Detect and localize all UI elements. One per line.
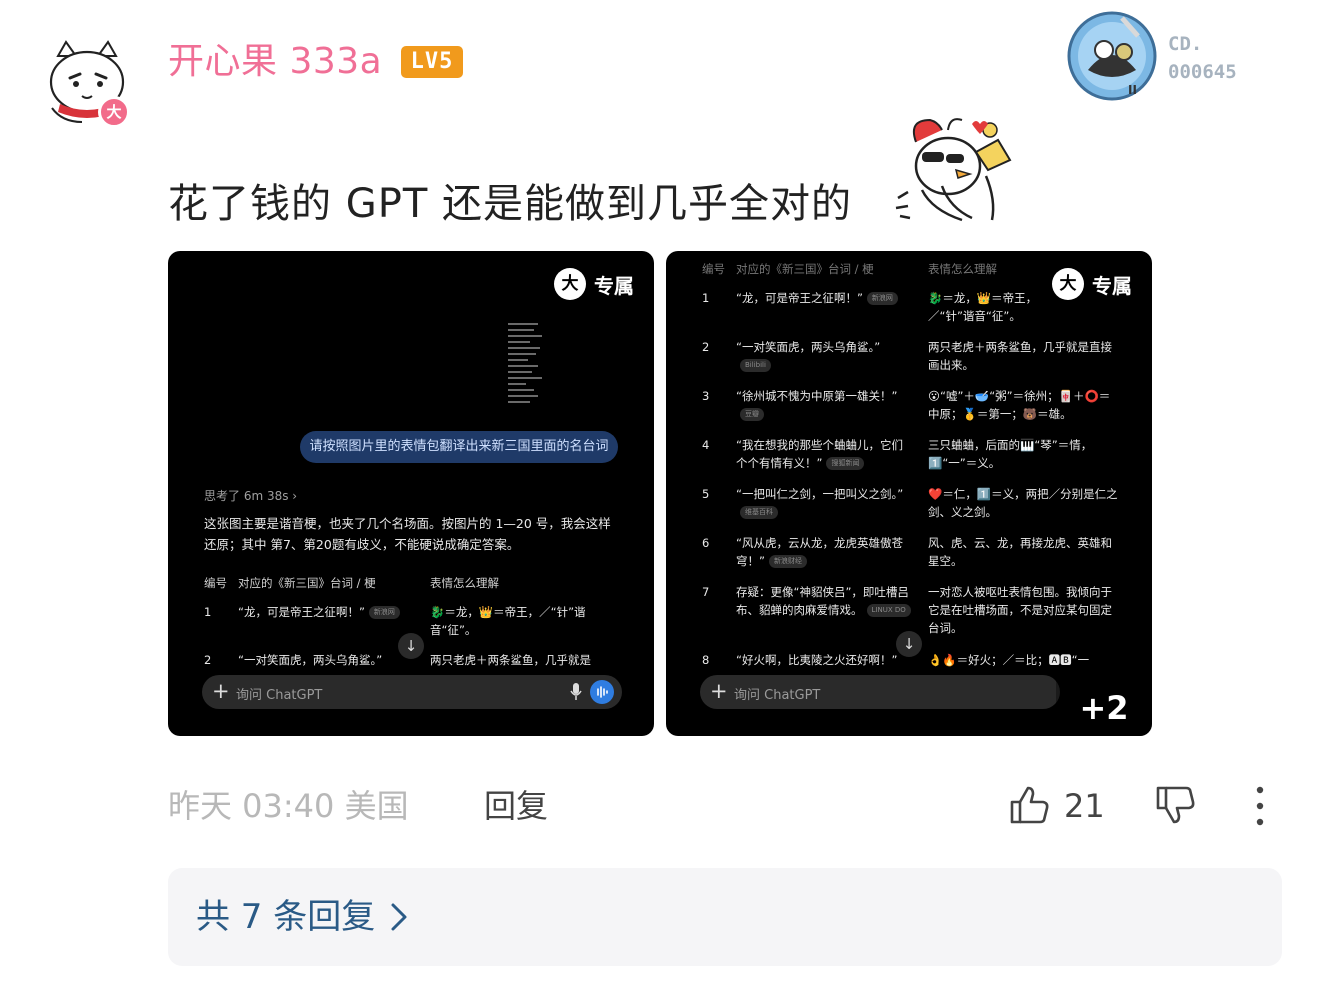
username[interactable]: 开心果 333a: [168, 40, 382, 84]
uploaded-image-thumbnail: [508, 323, 548, 413]
like-count: 21: [1064, 787, 1105, 825]
chevron-right-icon: [391, 903, 407, 931]
table-row-meaning: 风、虎、云、龙，再接龙虎、英雄和星空。: [928, 536, 1112, 568]
table-row-num: 5: [702, 487, 710, 501]
post-time-location: 昨天 03:40 美国: [168, 787, 409, 825]
reply-button[interactable]: 回复: [484, 786, 548, 826]
table-row-meaning: ❤️＝仁，1️⃣＝义，两把／分别是仁之剑、义之剑。: [928, 487, 1118, 519]
table-row-quote: “龙，可是帝王之征啊！” 新浪网: [238, 603, 418, 621]
exclusive-badge: 大 专属: [1052, 268, 1132, 300]
view-replies-button[interactable]: 共 7 条回复: [168, 868, 1282, 966]
source-chip[interactable]: 新浪网: [368, 606, 400, 619]
table-row-num: 2: [702, 340, 710, 354]
source-chip[interactable]: 搜狐新闻: [826, 457, 865, 470]
attached-screenshot-2[interactable]: 大 专属 编号 对应的《新三国》台词 / 梗 表情怎么理解 1 “龙，可是帝王之…: [666, 251, 1152, 736]
medal-label: CD. 000645: [1168, 33, 1237, 83]
table-header-quote: 对应的《新三国》台词 / 梗: [238, 576, 376, 590]
table-row-num: 6: [702, 536, 710, 550]
table-row-quote: “一对笑面虎，两头乌角鲨。”: [238, 653, 383, 667]
plus-icon[interactable]: +: [710, 678, 728, 704]
chat-input-placeholder: 询问 ChatGPT: [734, 688, 821, 703]
table-row-meaning: 🐉＝龙，👑＝帝王，／“针”谐音“征”。: [928, 291, 1038, 323]
attached-screenshot-1[interactable]: 大 专属 请按照图片里的表情包翻译出来新三国里面的名台词 思考了 6m 38s …: [168, 251, 654, 736]
source-chip[interactable]: 豆瓣: [740, 408, 764, 421]
more-options-icon[interactable]: [1250, 784, 1270, 828]
chicken-sticker-icon: [892, 112, 1022, 228]
table-row-quote: “我在想我的那些个蛐蛐儿，它们个个有情有义！” 搜狐新闻: [736, 438, 903, 470]
source-chip[interactable]: 新浪网: [866, 292, 898, 305]
exclusive-badge-icon: 大: [1052, 268, 1084, 300]
table-row-meaning: 两只老虎＋两条鲨鱼，几乎就是: [430, 653, 591, 667]
table-row-meaning: 两只老虎＋两条鲨鱼，几乎就是直接画出来。: [928, 340, 1112, 372]
thumbs-down-icon[interactable]: [1154, 784, 1198, 828]
user-prompt-bubble: 请按照图片里的表情包翻译出来新三国里面的名台词: [300, 431, 618, 463]
svg-text:II: II: [1128, 83, 1137, 97]
source-chip[interactable]: 维基百科: [740, 506, 778, 519]
source-chip[interactable]: 新浪财经: [768, 555, 807, 568]
more-images-count[interactable]: +2: [1056, 680, 1152, 736]
waveform-icon: [597, 686, 608, 698]
plus-icon[interactable]: +: [212, 678, 230, 704]
table-row-num: 7: [702, 585, 710, 599]
table-row-quote: “风从虎，云从龙，龙虎英雄傲苍穹！” 新浪财经: [736, 536, 903, 568]
table-row-meaning: 😮“嘘”＋🥣“粥”＝徐州；🀄＋⭕＝中原；🥇＝第一；🐻＝雄。: [928, 389, 1111, 421]
thinking-duration[interactable]: 思考了 6m 38s ›: [204, 487, 297, 504]
medal-icon[interactable]: II: [1066, 10, 1158, 102]
table-row-quote: “一对笑面虎，两头乌角鲨。”Bilibili: [736, 338, 912, 374]
table-row-quote: “好火啊，比夷陵之火还好啊！”: [736, 653, 898, 667]
replies-count-label: 共 7 条回复: [196, 897, 376, 937]
voice-mode-button[interactable]: [590, 680, 614, 704]
exclusive-badge: 大 专属: [554, 268, 634, 300]
table-row-meaning: 🐉＝龙，👑＝帝王，／“针”谐音“征”。: [430, 605, 586, 637]
exclusive-badge-label: 专属: [1092, 273, 1132, 298]
table-row-num: 1: [204, 605, 212, 619]
scroll-down-button[interactable]: ↓: [398, 633, 424, 659]
table-row-quote: 存疑：更像“神貂侠吕”，即吐槽吕布、貂蝉的肉麻爱情戏。 LINUX DO: [736, 585, 911, 617]
comment-text: 花了钱的 GPT 还是能做到几乎全对的: [168, 181, 852, 227]
table-header-meaning: 表情怎么理解: [928, 262, 997, 276]
table-row-meaning: 👌🔥＝好火；／＝比；🅰🅱“一: [928, 653, 1090, 667]
exclusive-badge-icon: 大: [554, 268, 586, 300]
avatar-badge: 大: [98, 96, 130, 128]
user-avatar[interactable]: 大: [44, 38, 130, 128]
level-badge: LV5: [401, 46, 463, 78]
table-header-num: 编号: [204, 576, 227, 590]
table-header-quote: 对应的《新三国》台词 / 梗: [736, 262, 874, 276]
chat-input[interactable]: + 询问 ChatGPT: [202, 675, 622, 709]
chat-input-placeholder: 询问 ChatGPT: [236, 688, 323, 703]
table-header-num: 编号: [702, 262, 725, 276]
table-row-num: 2: [204, 653, 212, 667]
table-row-num: 3: [702, 389, 710, 403]
thumbs-up-icon[interactable]: [1008, 782, 1052, 826]
table-row-num: 1: [702, 291, 710, 305]
microphone-icon[interactable]: [570, 683, 582, 701]
answer-paragraph: 这张图主要是谐音梗，也夹了几个名场面。按图片的 1—20 号，我会这样还原；其中…: [204, 516, 611, 552]
table-row-num: 8: [702, 653, 710, 667]
source-chip[interactable]: Bilibili: [740, 359, 771, 372]
table-row-quote: “徐州城不愧为中原第一雄关！”豆瓣: [736, 387, 912, 423]
table-header-meaning: 表情怎么理解: [430, 576, 499, 590]
chat-input[interactable]: + 询问 ChatGPT: [700, 675, 1060, 709]
table-row-quote: “龙，可是帝王之征啊！” 新浪网: [736, 289, 912, 307]
scroll-down-button[interactable]: ↓: [896, 631, 922, 657]
table-row-meaning: 三只蛐蛐，后面的🎹“琴”＝情，1️⃣“一”＝义。: [928, 438, 1093, 470]
table-row-num: 4: [702, 438, 710, 452]
source-chip[interactable]: LINUX DO: [866, 604, 911, 617]
table-row-quote: “一把叫仁之剑，一把叫义之剑。”维基百科: [736, 485, 912, 521]
table-row-meaning: 一对恋人被呕吐表情包围。我倾向于它是在吐槽场面，不是对应某句固定台词。: [928, 585, 1112, 635]
exclusive-badge-label: 专属: [594, 273, 634, 298]
